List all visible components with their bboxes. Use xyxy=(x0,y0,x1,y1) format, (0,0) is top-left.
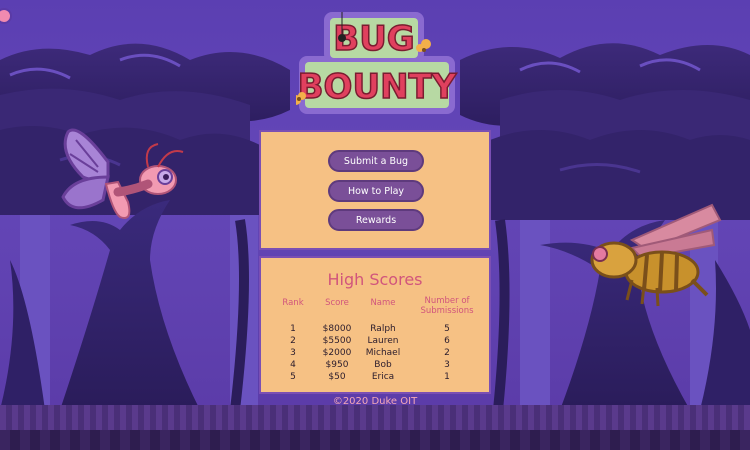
high-scores-title: High Scores xyxy=(327,270,423,289)
name-cell: Ralph xyxy=(370,324,396,334)
submissions-header-line1: Number of xyxy=(424,296,470,306)
logo-line2: BOUNTY xyxy=(298,67,457,107)
score-header: Score xyxy=(325,298,349,308)
butterfly-icon xyxy=(61,128,184,219)
high-scores-panel: High Scores Rank Score Name Number of Su… xyxy=(259,256,491,394)
copyright-footer: ©2020 Duke OIT xyxy=(332,396,418,407)
submissions-cell: 1 xyxy=(444,372,450,382)
submissions-header-line2: Submissions xyxy=(420,306,474,316)
submissions-cell: 6 xyxy=(444,336,450,346)
name-cell: Michael xyxy=(365,348,401,358)
ground-soil xyxy=(0,430,750,450)
how-to-play-button[interactable]: How to Play xyxy=(328,180,424,202)
rank-header: Rank xyxy=(282,298,304,308)
bee-icon xyxy=(590,203,722,307)
name-cell: Erica xyxy=(371,372,395,382)
name-cell: Bob xyxy=(374,360,392,370)
submissions-header: Number of Submissions xyxy=(411,296,483,316)
spider-icon xyxy=(338,34,346,42)
submissions-cell: 3 xyxy=(444,360,450,370)
game-scene: BUG BOUNTY Submit a Bug How to Play Rewa… xyxy=(0,0,750,450)
submissions-cell: 2 xyxy=(444,348,450,358)
game-logo: BUG BOUNTY xyxy=(291,10,458,118)
name-cell: Lauren xyxy=(367,336,399,346)
menu-panel: Submit a Bug How to Play Rewards xyxy=(259,130,491,250)
submit-bug-button[interactable]: Submit a Bug xyxy=(328,150,424,172)
rewards-button[interactable]: Rewards xyxy=(328,209,424,231)
submissions-cell: 5 xyxy=(444,324,450,334)
name-header: Name xyxy=(370,298,396,308)
